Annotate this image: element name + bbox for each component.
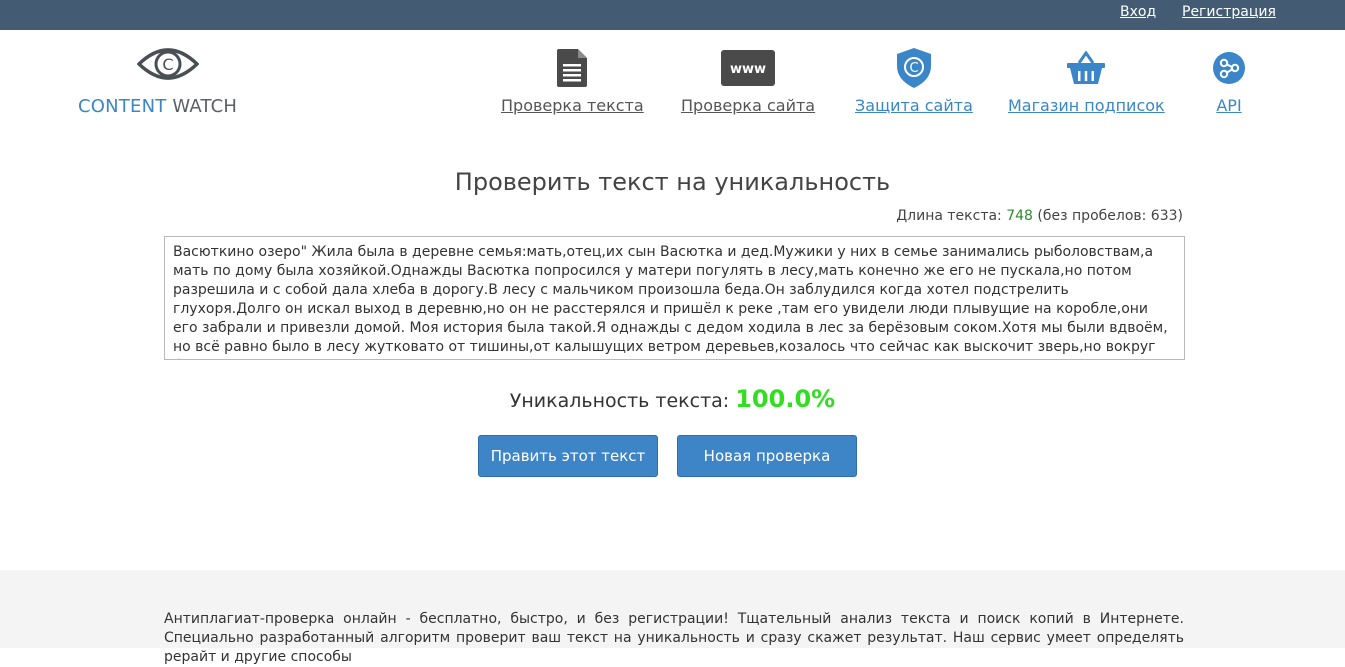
- basket-icon: [1067, 51, 1106, 84]
- svg-text:C: C: [162, 55, 173, 74]
- uniqueness-value: 100.0%: [735, 385, 836, 413]
- svg-text:www: www: [730, 62, 766, 77]
- nav-label-subscription-shop[interactable]: Магазин подписок: [1008, 96, 1165, 115]
- logo-text: CONTENT WATCH: [78, 96, 237, 117]
- edit-text-button[interactable]: Править этот текст: [478, 435, 658, 477]
- nav-label-api[interactable]: API: [1213, 96, 1245, 115]
- register-link[interactable]: Регистрация: [1182, 4, 1276, 20]
- top-bar: Вход Регистрация: [0, 0, 1345, 30]
- checked-text-area[interactable]: Васюткино озеро" Жила была в деревне сем…: [164, 236, 1185, 360]
- text-length-info: Длина текста: 748 (без пробелов: 633): [896, 208, 1183, 224]
- logo-text-content: CONTENT: [78, 96, 167, 117]
- nav-api[interactable]: API: [1213, 46, 1245, 115]
- logo[interactable]: C CONTENT WATCH: [78, 44, 258, 124]
- eye-copyright-icon: C: [137, 48, 199, 80]
- nav-check-text[interactable]: Проверка текста: [501, 46, 644, 115]
- footer-description: Антиплагиат-проверка онлайн - бесплатно,…: [164, 611, 1184, 665]
- shield-copyright-icon: C: [896, 48, 931, 88]
- uniqueness-result: Уникальность текста: 100.0%: [0, 385, 1345, 413]
- nav-protect-site[interactable]: C Защита сайта: [855, 46, 973, 115]
- nav-subscription-shop[interactable]: Магазин подписок: [1008, 46, 1165, 115]
- new-check-button[interactable]: Новая проверка: [677, 435, 857, 477]
- login-link[interactable]: Вход: [1120, 4, 1156, 20]
- www-icon: www: [721, 50, 776, 86]
- nav-label-check-text[interactable]: Проверка текста: [501, 96, 644, 115]
- nav-label-check-site[interactable]: Проверка сайта: [681, 96, 815, 115]
- length-value: 748: [1006, 208, 1033, 224]
- logo-text-watch: WATCH: [172, 96, 238, 117]
- footer: Антиплагиат-проверка онлайн - бесплатно,…: [0, 570, 1345, 665]
- uniqueness-label: Уникальность текста:: [509, 390, 730, 412]
- document-icon: [557, 49, 588, 87]
- svg-text:C: C: [909, 61, 918, 76]
- length-label: Длина текста:: [896, 208, 1002, 224]
- api-share-icon: [1213, 52, 1245, 84]
- nav-label-protect-site[interactable]: Защита сайта: [855, 96, 973, 115]
- nav-check-site[interactable]: www Проверка сайта: [681, 46, 815, 115]
- no-spaces-label: (без пробелов: 633): [1037, 208, 1183, 224]
- page-title: Проверить текст на уникальность: [454, 168, 891, 196]
